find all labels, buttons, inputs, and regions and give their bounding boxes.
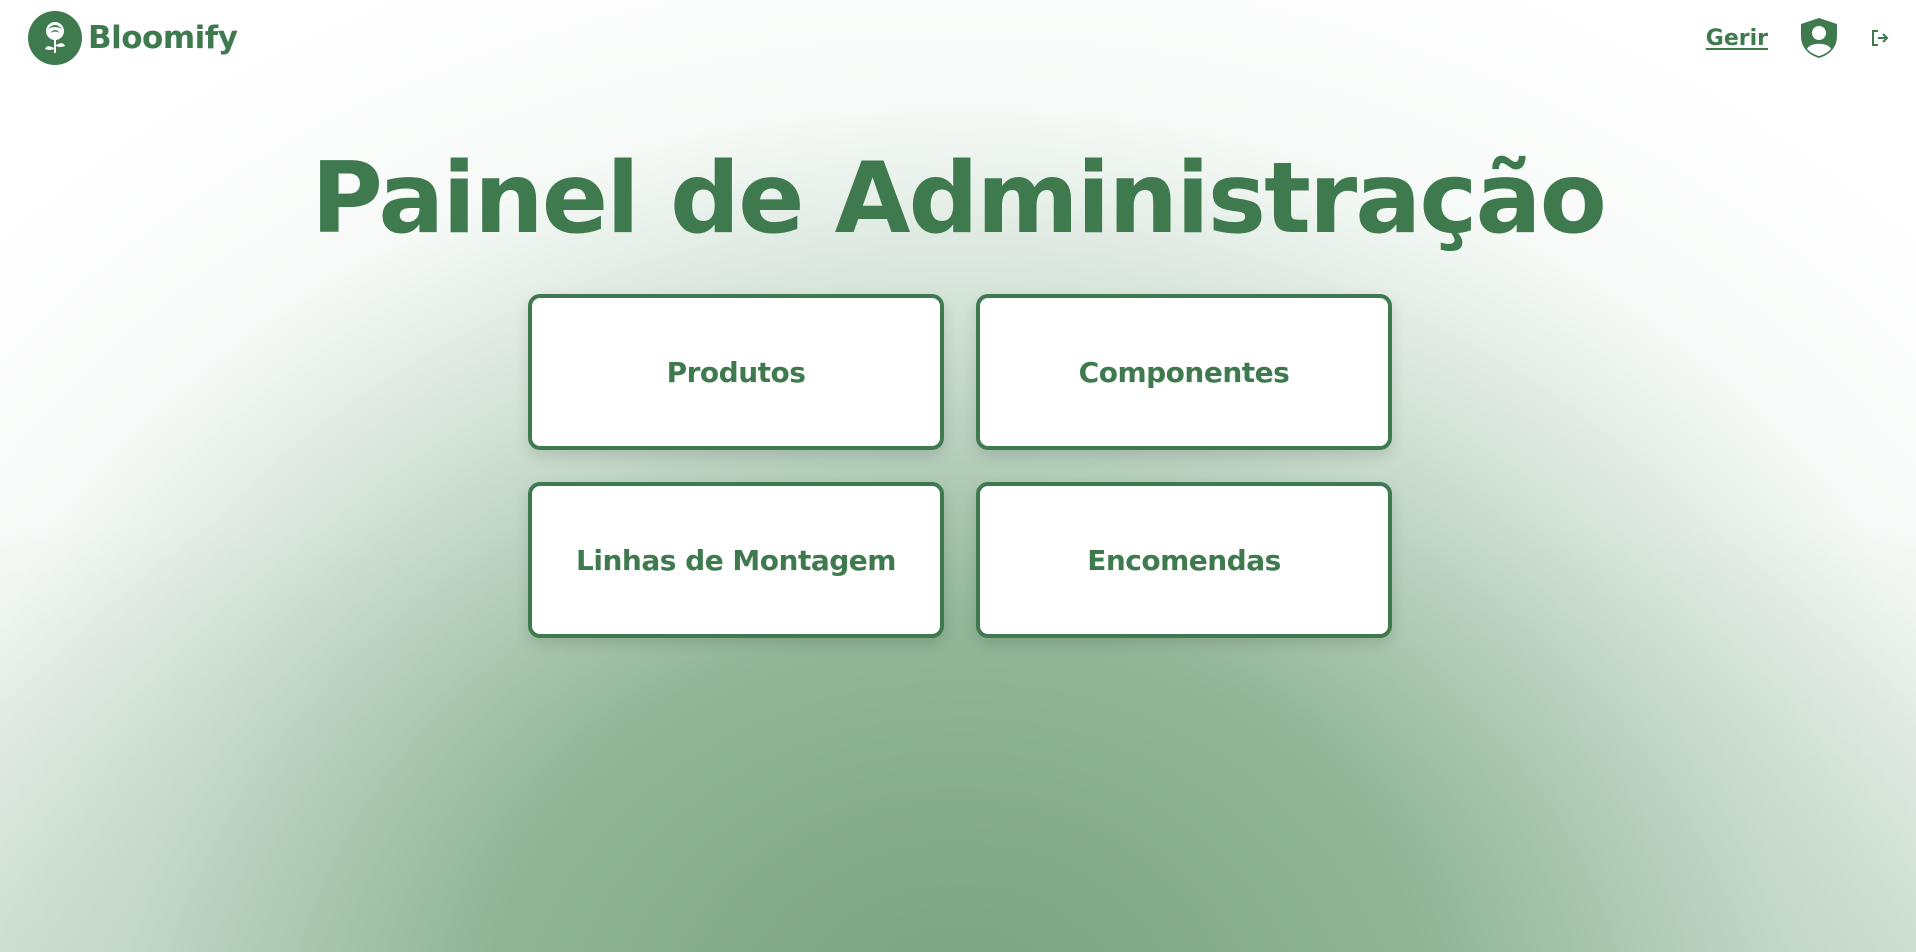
products-card-label: Produtos <box>666 355 806 389</box>
products-card[interactable]: Produtos <box>528 294 944 450</box>
top-navbar: Bloomify Gerir <box>0 0 1916 76</box>
orders-card-label: Encomendas <box>1087 543 1281 577</box>
assembly-lines-card[interactable]: Linhas de Montagem <box>528 482 944 638</box>
components-card-label: Componentes <box>1078 355 1290 389</box>
manage-link[interactable]: Gerir <box>1706 26 1768 51</box>
user-shield-icon[interactable] <box>1798 16 1840 60</box>
rose-icon <box>28 11 82 65</box>
assembly-lines-card-label: Linhas de Montagem <box>576 543 896 577</box>
orders-card[interactable]: Encomendas <box>976 482 1392 638</box>
brand-home-link[interactable]: Bloomify <box>28 11 238 65</box>
page-title: Painel de Administração <box>311 142 1607 256</box>
brand-name: Bloomify <box>88 20 238 56</box>
admin-menu-grid: Produtos Componentes Linhas de Montagem … <box>528 294 1392 638</box>
logout-icon[interactable] <box>1870 28 1890 48</box>
nav-actions: Gerir <box>1706 16 1890 60</box>
components-card[interactable]: Componentes <box>976 294 1392 450</box>
